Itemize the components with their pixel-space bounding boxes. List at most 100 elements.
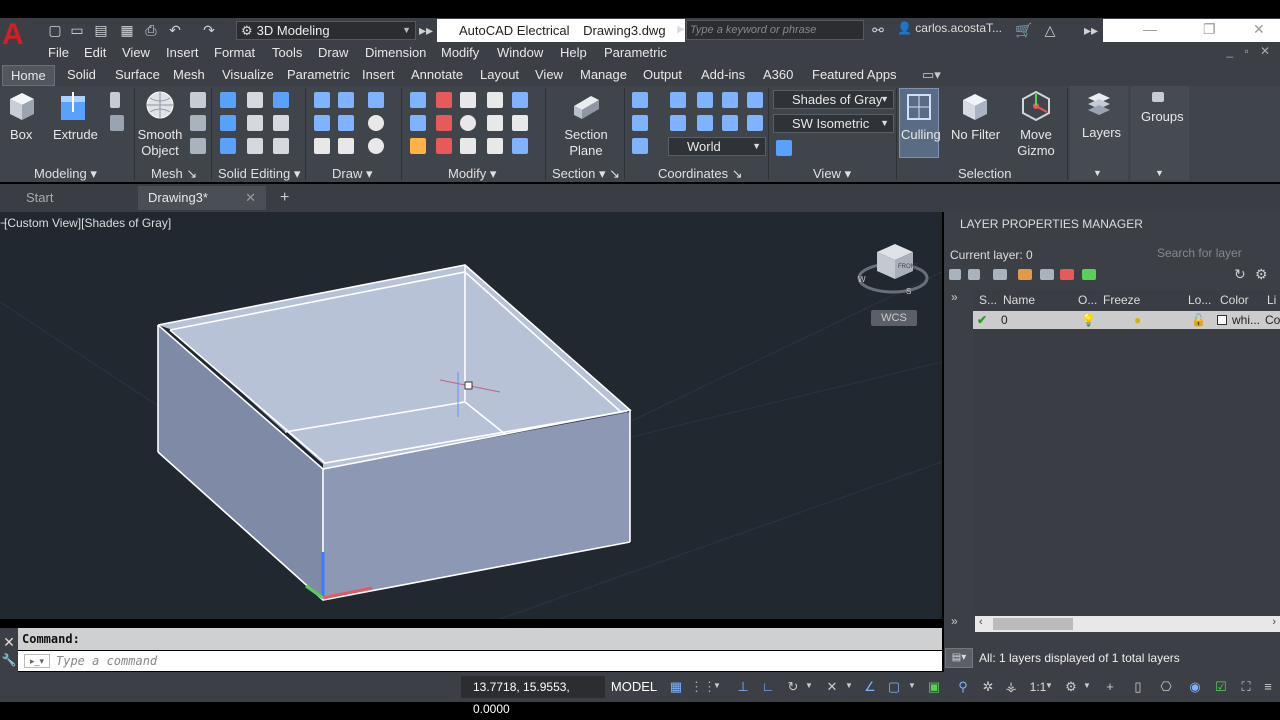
menu-window-controls[interactable]: _ ▫ ✕ [1226,44,1274,58]
ellipse-icon[interactable] [368,138,384,154]
tab-featured-apps[interactable]: Featured Apps [812,67,897,82]
chevron-down-icon[interactable]: ▼ [1045,681,1053,690]
new-property-filter-icon[interactable] [949,269,961,280]
ucs-dropdown[interactable]: World ▼ [668,137,766,156]
close-icon[interactable]: ✕ [1253,21,1265,38]
workspace-gear-icon[interactable]: ⚙ [1063,679,1079,695]
object-snap-icon[interactable]: ▢ [886,679,902,695]
isolate-objects-icon[interactable]: ▯ [1130,679,1146,695]
user-account[interactable]: 👤 carlos.acostaT... [897,21,1007,35]
restore-icon[interactable]: ❐ [1203,21,1216,38]
chevron-down-icon[interactable]: ▼ [1093,168,1102,178]
slice-icon[interactable] [247,92,263,108]
ucs-world-icon[interactable] [670,92,686,108]
new-file-icon[interactable]: ▢ [46,21,64,39]
culling-button[interactable]: Culling [899,88,941,158]
polysolid-icon[interactable] [110,92,120,108]
plus-icon[interactable]: + [1102,679,1118,695]
stretch-icon[interactable] [436,138,452,154]
chevron-down-icon[interactable]: ▼ [908,681,916,690]
polygon-icon[interactable] [314,138,330,154]
trim-icon[interactable] [410,92,426,108]
ucs-object-icon[interactable] [747,92,763,108]
array-icon[interactable] [460,115,476,131]
viewport-menu-icon[interactable]: − [0,216,7,230]
offset-icon[interactable] [460,138,476,154]
help-search-input[interactable]: Type a keyword or phrase [686,20,864,40]
panel-coordinates-title[interactable]: Coordinates ↘ [658,166,743,182]
panel-modeling-title[interactable]: Modeling ▾ [34,166,97,182]
color-swatch[interactable] [1217,315,1227,325]
no-filter-button[interactable]: No Filter [951,127,1000,143]
workspace-switcher[interactable]: ⚙ 3D Modeling ▼ [236,21,416,40]
chevron-down-icon[interactable]: ▼ [1155,168,1164,178]
menu-insert[interactable]: Insert [166,45,199,60]
minimize-icon[interactable]: — [1143,21,1157,37]
ucs-3point-icon[interactable] [747,115,763,131]
menu-dimension[interactable]: Dimension [365,45,426,60]
layers-button[interactable]: Layers [1082,125,1121,141]
new-group-filter-icon[interactable] [968,269,980,280]
move-gizmo-button[interactable]: Move Gizmo [1016,127,1056,159]
ucs-x-icon[interactable] [697,115,713,131]
spline-icon[interactable] [314,115,330,131]
model-space-button[interactable]: MODEL [607,676,661,698]
ucs-y-icon[interactable] [722,115,738,131]
ortho-icon[interactable]: ∟ [760,679,776,695]
menu-window[interactable]: Window [497,45,543,60]
layer-name[interactable]: 0 [1001,313,1008,327]
extrude-faces-icon[interactable] [273,115,289,131]
subtract-icon[interactable] [220,115,236,131]
menu-edit[interactable]: Edit [84,45,106,60]
scroll-thumb[interactable] [993,618,1073,630]
settings-icon[interactable]: ⚙ [1255,266,1268,283]
new-layer-icon[interactable] [1018,269,1032,280]
tab-layout[interactable]: Layout [480,67,519,82]
polyline-icon[interactable] [338,92,354,108]
drawing-viewport[interactable]: FRONT W S [0,212,942,619]
mesh-primitive-icon[interactable] [190,92,206,108]
viewport-label[interactable]: [Custom View][Shades of Gray] [4,216,171,230]
object-snap-tracking-icon[interactable]: ∠ [862,679,878,695]
undo-icon[interactable]: ↶ [166,21,184,39]
layer-filter-icon[interactable]: ▤▾ [945,648,973,668]
wrench-icon[interactable]: 🔧 [0,653,18,667]
close-icon[interactable]: ✕ [0,634,18,651]
3d-polyline-icon[interactable] [338,115,354,131]
menu-help[interactable]: Help [560,45,587,60]
tab-visualize[interactable]: Visualize [222,67,274,82]
viewport-config-icon[interactable] [776,140,792,156]
intersect-icon[interactable] [220,138,236,154]
panel-section-title[interactable]: Section ▾ ↘ [552,166,620,182]
ucs-z-icon[interactable] [722,92,738,108]
panel-modify-title[interactable]: Modify ▾ [448,166,496,182]
3d-object-snap-icon[interactable]: ▣ [926,679,942,695]
open-file-icon[interactable]: ▭ [68,21,86,39]
horizontal-scrollbar[interactable]: ‹ › [975,616,1280,632]
grid-icon[interactable]: ▦ [668,679,684,695]
menu-parametric[interactable]: Parametric [604,45,667,60]
expand-arrows-icon[interactable]: ▸▸ [417,21,435,39]
recent-commands-icon[interactable]: ▸_▾ [24,654,50,668]
union-icon[interactable] [220,92,236,108]
new-tab-button[interactable]: + [270,186,298,210]
wcs-menu[interactable]: WCS [871,310,917,326]
erase-icon[interactable] [487,138,503,154]
tab-drawing3[interactable]: Drawing3* ✕ [138,186,266,210]
tab-output[interactable]: Output [643,67,682,82]
layer-color[interactable]: whi... [1232,313,1260,327]
extrude-button[interactable]: Extrude [53,127,98,143]
chevron-down-icon[interactable]: ▼ [713,681,721,690]
clean-screen-icon[interactable]: ◉ [1187,679,1203,695]
move-icon[interactable] [436,92,452,108]
visual-style-dropdown[interactable]: Shades of Gray ▼ [773,90,894,109]
copy-icon[interactable] [410,138,426,154]
panel-solid-editing-title[interactable]: Solid Editing ▾ [218,166,300,182]
fillet-icon[interactable] [410,115,426,131]
col-linetype[interactable]: Li [1267,293,1276,307]
menu-draw[interactable]: Draw [318,45,348,60]
delete-layer-icon[interactable] [1060,269,1074,280]
menu-file[interactable]: File [48,45,69,60]
layer-states-icon[interactable] [993,269,1007,280]
tab-mesh[interactable]: Mesh [173,67,205,82]
